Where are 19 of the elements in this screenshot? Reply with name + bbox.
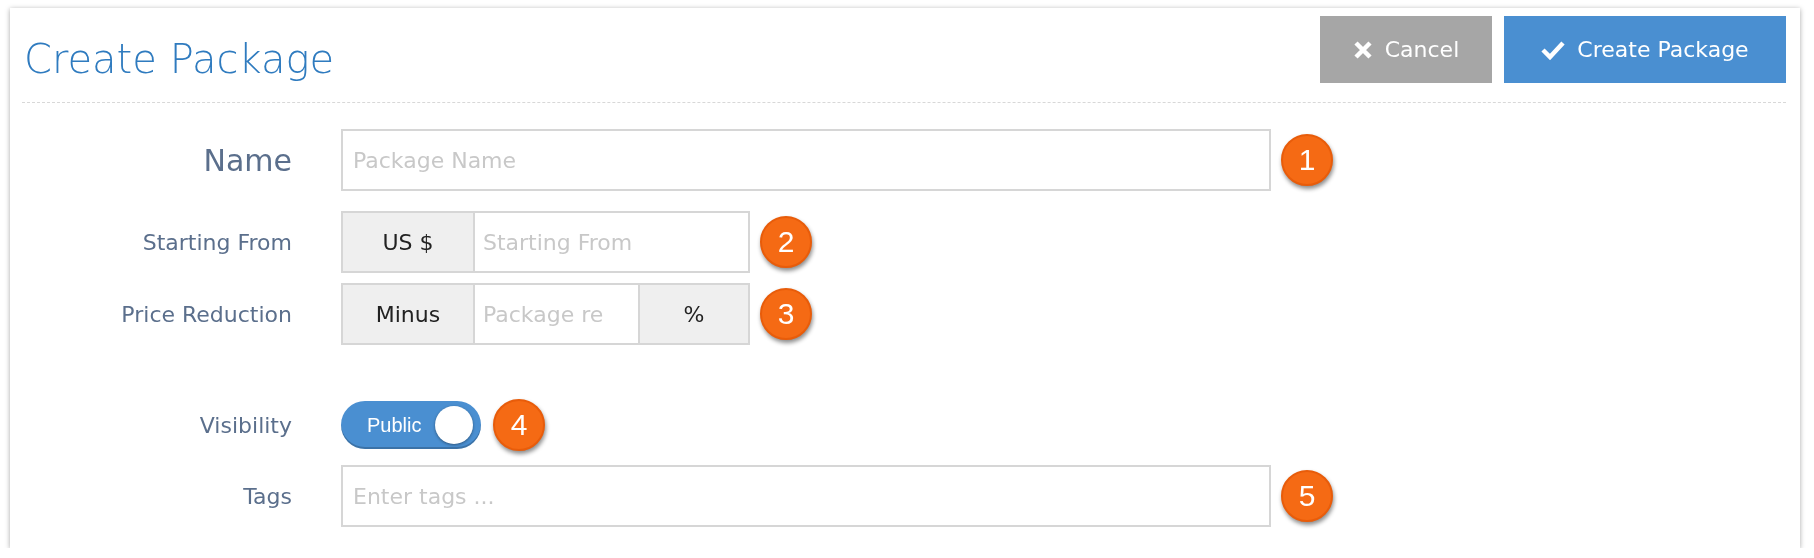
field-label: Name (202, 142, 292, 178)
field-label: Visibility (198, 412, 292, 438)
create-button[interactable]: Create Package (1504, 16, 1786, 83)
visibility-toggle[interactable]: Public (341, 401, 481, 449)
field-label: Price Reduction (120, 301, 292, 327)
currency-addon: US $ (343, 213, 475, 271)
percent-addon: % (638, 285, 748, 343)
step-badge: 5 (1281, 470, 1333, 522)
check-icon (1541, 39, 1566, 60)
field-label: Starting From (141, 229, 292, 255)
step-badge: 1 (1281, 134, 1333, 186)
step-badge: 2 (760, 216, 812, 268)
prefix-addon: Minus (343, 285, 475, 343)
field-label: Tags (242, 483, 292, 509)
close-icon (1352, 39, 1373, 60)
step-badge: 4 (493, 399, 545, 451)
page-title: Create Package (24, 36, 335, 82)
step-badge: 3 (760, 288, 812, 340)
cancel-button[interactable]: Cancel (1320, 16, 1492, 83)
